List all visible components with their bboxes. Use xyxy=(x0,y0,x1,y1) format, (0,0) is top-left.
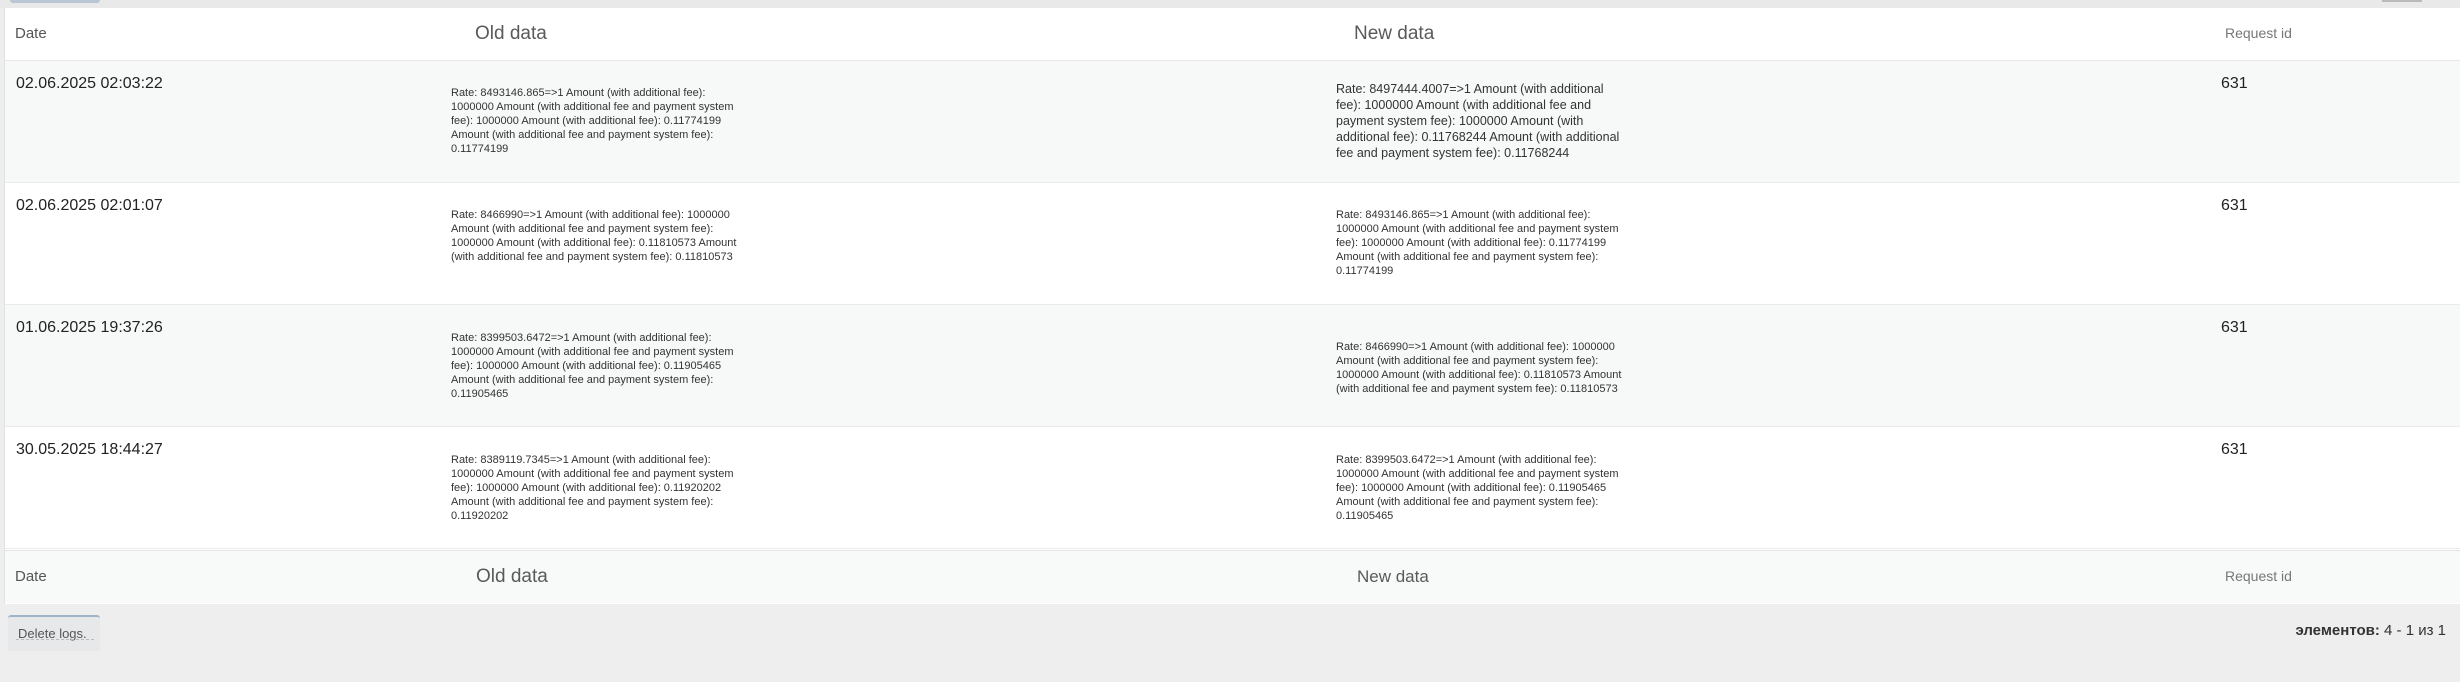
cell-new-data: Rate: 8493146.865=>1 Amount (with additi… xyxy=(1336,209,1619,277)
cell-date: 01.06.2025 19:37:26 xyxy=(16,319,163,336)
cell-new-data: Rate: 8399503.6472=>1 Amount (with addit… xyxy=(1336,454,1619,522)
footer-header-new-data[interactable]: New data xyxy=(1357,567,1429,587)
delete-logs-button[interactable]: Delete logs. xyxy=(8,615,100,651)
pager-prefix: элементов: xyxy=(2295,622,2380,639)
cell-new-data: Rate: 8466990=>1 Amount (with additional… xyxy=(1336,341,1622,395)
pager-total: 1 xyxy=(2437,622,2446,639)
cell-date: 02.06.2025 02:01:07 xyxy=(16,197,163,214)
cell-request-id: 631 xyxy=(2221,319,2248,336)
cell-old-data: Rate: 8466990=>1 Amount (with additional… xyxy=(451,209,737,263)
cell-old-data: Rate: 8493146.865=>1 Amount (with additi… xyxy=(451,87,734,155)
pager-info: элементов: 4 - 1 из 1 xyxy=(2295,622,2446,639)
cell-date: 30.05.2025 18:44:27 xyxy=(16,441,163,458)
footer-header-old-data[interactable]: Old data xyxy=(476,566,548,588)
top-strip xyxy=(0,0,2460,8)
column-header-old-data[interactable]: Old data xyxy=(475,23,547,45)
logs-grid: Date Old data New data Request id 02.06.… xyxy=(4,8,2460,604)
cell-date: 02.06.2025 02:03:22 xyxy=(16,75,163,92)
table-row[interactable]: 02.06.2025 02:01:07 Rate: 8466990=>1 Amo… xyxy=(5,183,2460,305)
footer-header-request-id[interactable]: Request id xyxy=(2225,568,2292,584)
cell-request-id: 631 xyxy=(2221,197,2248,214)
table-row[interactable]: 02.06.2025 02:03:22 Rate: 8493146.865=>1… xyxy=(5,61,2460,183)
pager-of: из xyxy=(2418,622,2434,639)
grid-header: Date Old data New data Request id xyxy=(5,8,2460,61)
grid-footer-header: Date Old data New data Request id xyxy=(5,550,2460,603)
cell-old-data: Rate: 8399503.6472=>1 Amount (with addit… xyxy=(451,332,734,400)
cell-old-data: Rate: 8389119.7345=>1 Amount (with addit… xyxy=(451,454,734,522)
top-right-indicator xyxy=(2382,0,2422,2)
table-row[interactable]: 01.06.2025 19:37:26 Rate: 8399503.6472=>… xyxy=(5,305,2460,427)
footer-header-date[interactable]: Date xyxy=(15,568,47,585)
column-header-date[interactable]: Date xyxy=(15,25,47,42)
cell-request-id: 631 xyxy=(2221,75,2248,92)
column-header-request-id[interactable]: Request id xyxy=(2225,25,2292,41)
cell-request-id: 631 xyxy=(2221,441,2248,458)
button-ghost-decoration xyxy=(16,639,94,648)
top-tab-indicator[interactable] xyxy=(10,0,100,3)
column-header-new-data[interactable]: New data xyxy=(1354,23,1434,45)
table-row[interactable]: 30.05.2025 18:44:27 Rate: 8389119.7345=>… xyxy=(5,427,2460,549)
cell-new-data: Rate: 8497444.4007=>1 Amount (with addit… xyxy=(1336,82,1620,160)
pager-range: 4 - 1 xyxy=(2384,622,2415,639)
